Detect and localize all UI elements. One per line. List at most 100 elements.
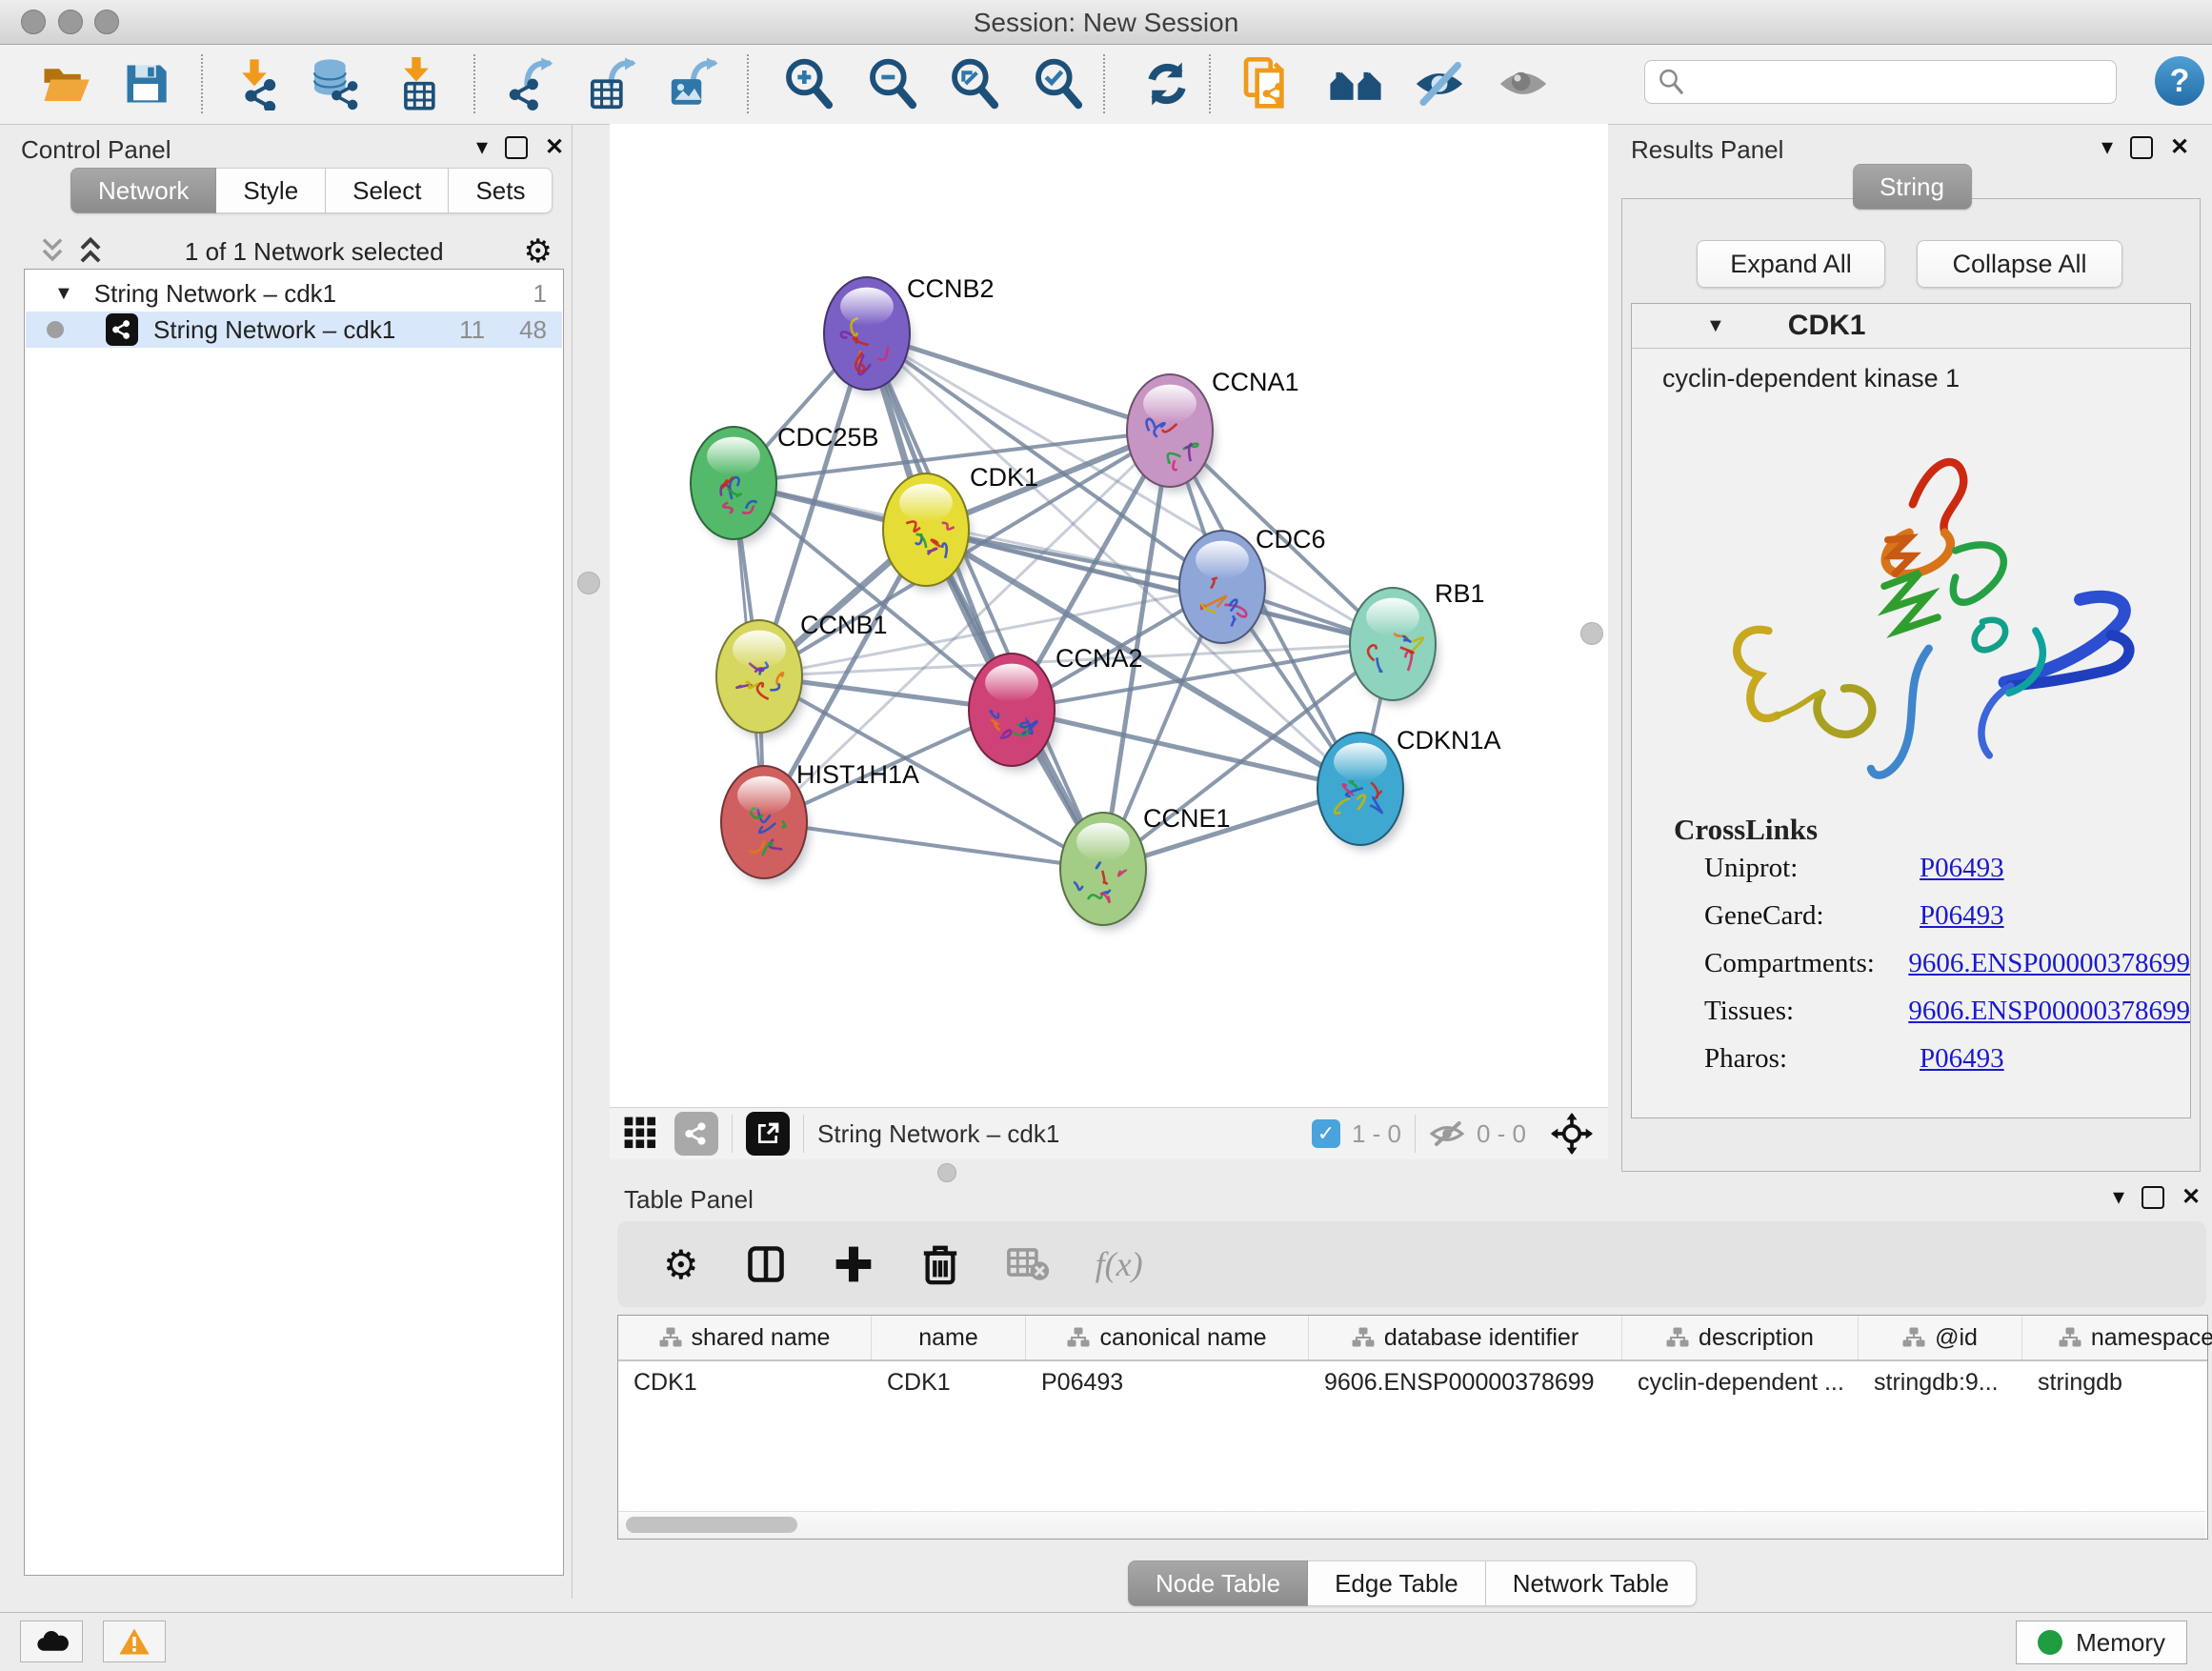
- column-header-@id[interactable]: @id: [1859, 1316, 2022, 1359]
- collapse-all-button[interactable]: Collapse All: [1917, 240, 2122, 288]
- panel-float-icon[interactable]: [2130, 136, 2153, 159]
- tab-select[interactable]: Select: [326, 168, 449, 213]
- warnings-button[interactable]: [103, 1621, 166, 1662]
- network-node-CCNB2[interactable]: CCNB2: [824, 274, 995, 394]
- open-session-button[interactable]: [38, 56, 93, 111]
- protein-collapse-icon[interactable]: ▼: [1706, 315, 1725, 337]
- panel-close-icon[interactable]: ✕: [2182, 1183, 2201, 1211]
- network-node-RB1[interactable]: RB1: [1350, 579, 1485, 705]
- memory-button[interactable]: Memory: [2016, 1621, 2187, 1664]
- right-splitter-handle[interactable]: [1580, 622, 1603, 645]
- network-node-CCNA2[interactable]: CCNA2: [969, 644, 1143, 771]
- network-node-CCNB1[interactable]: CCNB1: [716, 611, 888, 737]
- help-button[interactable]: ?: [2155, 56, 2204, 106]
- crosslink-link[interactable]: P06493: [1920, 1043, 2004, 1075]
- panel-dropdown-icon[interactable]: ▾: [2113, 1183, 2124, 1211]
- network-node-CDKN1A[interactable]: CDKN1A: [1317, 726, 1501, 850]
- export-table-button[interactable]: [585, 56, 640, 111]
- zoom-in-button[interactable]: [781, 56, 836, 111]
- cloud-status-button[interactable]: [20, 1621, 83, 1662]
- crosslink-link[interactable]: P06493: [1920, 853, 2004, 884]
- network-share-button[interactable]: [674, 1112, 718, 1156]
- column-header-name[interactable]: name: [872, 1316, 1026, 1359]
- network-graph[interactable]: CCNB2CCNA1CDC25BCDK1CDC6RB1CCNB1CCNA2CDK…: [610, 124, 1608, 1107]
- tab-style[interactable]: Style: [216, 168, 326, 213]
- table-horizontal-scrollbar[interactable]: [618, 1511, 2205, 1539]
- table-tab-network-table[interactable]: Network Table: [1486, 1560, 1697, 1606]
- network-node-CCNE1[interactable]: CCNE1: [1060, 804, 1231, 930]
- import-network-button[interactable]: [227, 56, 282, 111]
- zoom-out-button[interactable]: [865, 56, 920, 111]
- table-cell[interactable]: stringdb: [2022, 1361, 2212, 1403]
- column-header-shared-name[interactable]: shared name: [618, 1316, 872, 1359]
- table-cell[interactable]: CDK1: [872, 1361, 1026, 1403]
- show-details-button[interactable]: [1496, 56, 1551, 111]
- panel-float-icon[interactable]: [505, 136, 528, 159]
- table-row[interactable]: CDK1CDK1P064939606.ENSP00000378699cyclin…: [618, 1361, 2207, 1403]
- column-header-database-identifier[interactable]: database identifier: [1309, 1316, 1622, 1359]
- import-database-button[interactable]: [307, 56, 362, 111]
- panel-close-icon[interactable]: ✕: [2170, 133, 2189, 161]
- table-cell[interactable]: P06493: [1026, 1361, 1309, 1403]
- column-header-canonical-name[interactable]: canonical name: [1026, 1316, 1309, 1359]
- table-cell[interactable]: cyclin-dependent ...: [1622, 1361, 1859, 1403]
- crosslink-link[interactable]: P06493: [1920, 900, 2004, 932]
- network-node-CDC6[interactable]: CDC6: [1179, 525, 1326, 648]
- left-splitter-handle[interactable]: [577, 572, 600, 594]
- import-table-button[interactable]: [389, 56, 444, 111]
- duplicate-network-button[interactable]: [1238, 56, 1294, 111]
- network-options-gear-icon[interactable]: ⚙: [524, 232, 553, 271]
- collection-collapse-icon[interactable]: ▼: [54, 283, 73, 305]
- crosslink-link[interactable]: 9606.ENSP00000378699: [1908, 948, 2190, 979]
- column-header-namespace[interactable]: namespace: [2022, 1316, 2212, 1359]
- delete-trash-icon[interactable]: [920, 1242, 960, 1286]
- birds-eye-grid-icon[interactable]: [623, 1116, 659, 1152]
- export-image-button[interactable]: [667, 56, 722, 111]
- overview-button[interactable]: [1328, 56, 1383, 111]
- scrollbar-thumb[interactable]: [626, 1517, 797, 1533]
- collapse-all-tree-icon[interactable]: [76, 235, 105, 268]
- crosslink-link[interactable]: 9606.ENSP00000378699: [1908, 996, 2190, 1027]
- network-node-HIST1H1A[interactable]: HIST1H1A: [721, 760, 919, 883]
- network-edge[interactable]: [764, 822, 1103, 869]
- add-column-plus-icon[interactable]: [833, 1243, 875, 1285]
- tab-sets[interactable]: Sets: [449, 168, 553, 213]
- table-tab-edge-table[interactable]: Edge Table: [1308, 1560, 1486, 1606]
- network-edge[interactable]: [867, 333, 1170, 431]
- fit-selected-crosshair-icon[interactable]: [1551, 1113, 1593, 1155]
- refresh-button[interactable]: [1139, 56, 1195, 111]
- toolbar-separator: [201, 54, 203, 113]
- network-row[interactable]: String Network – cdk1 11 48: [26, 312, 562, 348]
- table-cell[interactable]: CDK1: [618, 1361, 872, 1403]
- open-in-window-button[interactable]: [746, 1112, 790, 1156]
- function-builder-icon[interactable]: f(x): [1096, 1244, 1143, 1284]
- network-node-CDK1[interactable]: CDK1: [883, 463, 1038, 591]
- zoom-selected-button[interactable]: [1031, 56, 1086, 111]
- table-cell[interactable]: stringdb:9...: [1859, 1361, 2022, 1403]
- table-settings-gear-icon[interactable]: ⚙: [663, 1241, 699, 1288]
- network-collection-row[interactable]: ▼ String Network – cdk1 1: [26, 275, 562, 312]
- save-session-button[interactable]: [118, 56, 173, 111]
- table-tab-node-table[interactable]: Node Table: [1128, 1560, 1308, 1606]
- panel-dropdown-icon[interactable]: ▾: [476, 133, 488, 161]
- results-tab-string[interactable]: String: [1853, 164, 1972, 210]
- search-field[interactable]: [1644, 60, 2117, 104]
- hidden-eye-slash-icon[interactable]: [1429, 1118, 1465, 1149]
- selected-nodes-checkbox[interactable]: ✓: [1312, 1119, 1340, 1148]
- search-input[interactable]: [1685, 68, 2089, 96]
- network-view-canvas[interactable]: CCNB2CCNA1CDC25BCDK1CDC6RB1CCNB1CCNA2CDK…: [610, 124, 1608, 1107]
- column-header-description[interactable]: description: [1622, 1316, 1859, 1359]
- zoom-fit-button[interactable]: [947, 56, 1002, 111]
- hide-details-button[interactable]: [1412, 56, 1467, 111]
- expand-all-tree-icon[interactable]: [38, 235, 67, 268]
- table-cell[interactable]: 9606.ENSP00000378699: [1309, 1361, 1622, 1403]
- export-network-button[interactable]: [503, 56, 558, 111]
- delete-table-icon[interactable]: [1006, 1245, 1050, 1283]
- panel-float-icon[interactable]: [2142, 1186, 2164, 1209]
- expand-all-button[interactable]: Expand All: [1697, 240, 1885, 288]
- panel-close-icon[interactable]: ✕: [545, 133, 564, 161]
- panel-dropdown-icon[interactable]: ▾: [2101, 133, 2113, 161]
- tab-network[interactable]: Network: [70, 168, 216, 213]
- protein-header-row[interactable]: ▼ CDK1: [1632, 304, 2190, 349]
- show-columns-icon[interactable]: [745, 1243, 787, 1285]
